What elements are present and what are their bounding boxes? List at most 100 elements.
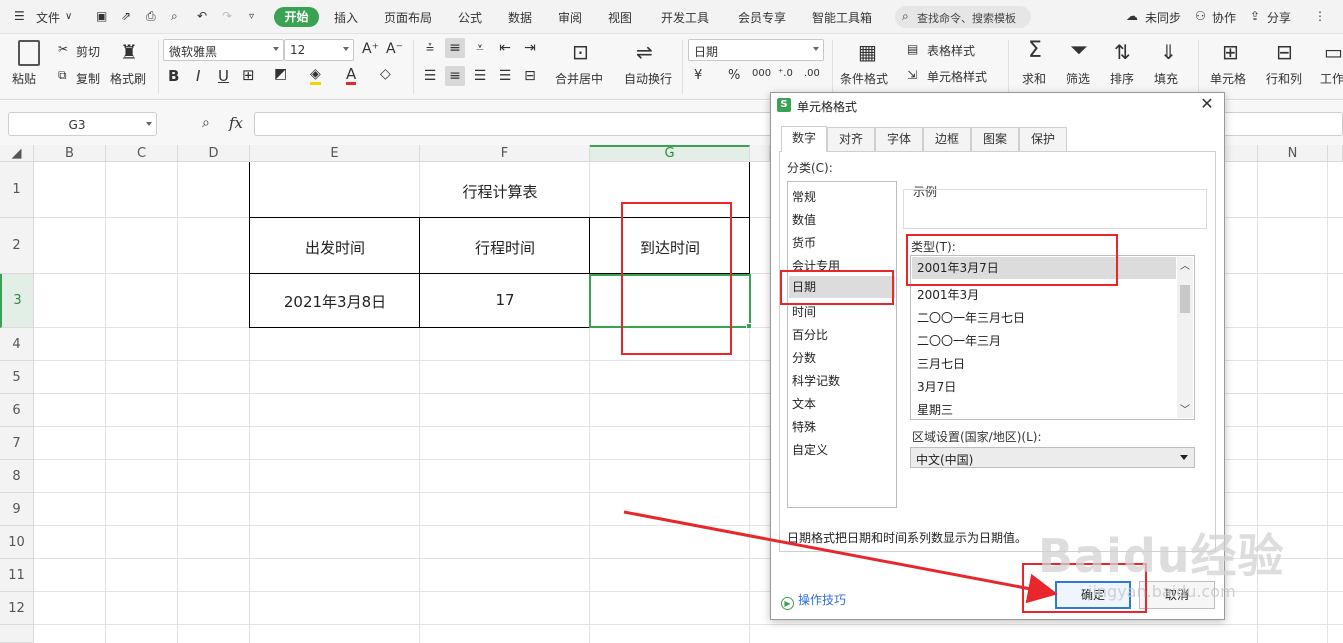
fill-icon[interactable]: ⇓ xyxy=(1160,40,1177,64)
conditional-format-button[interactable]: 条件格式 xyxy=(840,70,888,87)
tab-border[interactable]: 边框 xyxy=(923,127,971,151)
align-left-icon[interactable]: ☰ xyxy=(420,66,440,86)
tab-view[interactable]: 视图 xyxy=(608,9,632,26)
undo-icon[interactable]: ↶ xyxy=(197,9,207,23)
file-menu[interactable]: 文件 xyxy=(36,9,60,26)
type-list[interactable]: 2001年3月7日 2001年3月 二〇〇一年三月七日 二〇〇一年三月 三月七日… xyxy=(910,255,1195,420)
row-header-11[interactable]: 11 xyxy=(0,559,34,592)
copy-button[interactable]: 复制 xyxy=(76,70,100,87)
cell-style-button[interactable]: 单元格样式 xyxy=(927,68,987,85)
row-header-13[interactable] xyxy=(0,625,34,643)
fx-icon[interactable]: fx xyxy=(229,114,243,132)
header-cell-arrival[interactable]: 到达时间 xyxy=(590,237,750,258)
row-col-button[interactable]: 行和列 xyxy=(1266,70,1302,87)
fill-style-icon[interactable]: ◩ xyxy=(274,66,287,82)
category-item[interactable]: 时间 xyxy=(792,303,816,320)
tab-review[interactable]: 审阅 xyxy=(558,9,582,26)
align-right-icon[interactable]: ☰ xyxy=(470,66,490,86)
currency-icon[interactable]: ¥ xyxy=(694,68,702,83)
name-box[interactable]: G3 xyxy=(8,112,157,136)
merge-center-icon[interactable]: ⊡ xyxy=(572,40,589,64)
chevron-down-icon[interactable]: ∨ xyxy=(65,11,72,22)
category-item[interactable]: 货币 xyxy=(792,234,816,251)
type-list-scrollbar[interactable]: ︿ ﹀ xyxy=(1177,257,1193,418)
share-button[interactable]: 分享 xyxy=(1267,9,1291,26)
row-header-6[interactable]: 6 xyxy=(0,394,34,427)
bold-icon[interactable]: B xyxy=(168,67,179,85)
type-item[interactable]: 二〇〇一年三月七日 xyxy=(917,309,1025,326)
category-item[interactable]: 数值 xyxy=(792,211,816,228)
category-item[interactable]: 分数 xyxy=(792,349,816,366)
format-painter-icon[interactable]: ♜ xyxy=(120,40,138,64)
cancel-button[interactable]: 取消 xyxy=(1139,581,1215,609)
save-icon[interactable]: ▣ xyxy=(96,9,107,23)
row-header-8[interactable]: 8 xyxy=(0,460,34,493)
more-options-icon[interactable]: ⋮ xyxy=(1314,9,1326,23)
fill-handle[interactable] xyxy=(746,323,752,329)
row-header-7[interactable]: 7 xyxy=(0,427,34,460)
row-header-1[interactable]: 1 xyxy=(0,162,34,218)
row-header-12[interactable]: 12 xyxy=(0,592,34,625)
column-header-n[interactable]: N xyxy=(1258,145,1328,162)
cell-icon[interactable]: ⊞ xyxy=(1222,40,1239,64)
redo-icon[interactable]: ↷ xyxy=(222,9,232,23)
scroll-thumb[interactable] xyxy=(1180,285,1190,313)
increase-decimal-icon[interactable]: ⁺.0 xyxy=(778,68,793,79)
tab-number[interactable]: 数字 xyxy=(781,126,827,152)
hamburger-icon[interactable]: ☰ xyxy=(14,9,25,23)
cell-e3[interactable]: 2021年3月8日 xyxy=(250,291,420,312)
wrap-text-icon[interactable]: ⇌ xyxy=(636,40,653,64)
cell-style-icon[interactable]: ⇲ xyxy=(907,68,917,82)
column-header-o[interactable] xyxy=(1328,145,1343,162)
thousands-icon[interactable]: 000 xyxy=(752,68,771,79)
tab-start[interactable]: 开始 xyxy=(274,7,319,27)
category-item-selected[interactable]: 日期 xyxy=(789,276,895,298)
dialog-title-bar[interactable]: S 单元格格式 ✕ xyxy=(771,93,1224,117)
italic-icon[interactable]: I xyxy=(196,67,200,85)
row-header-5[interactable]: 5 xyxy=(0,361,34,394)
type-item[interactable]: 3月7日 xyxy=(917,378,956,395)
align-top-icon[interactable]: ⩮ xyxy=(420,38,440,58)
customize-toolbar-icon[interactable]: ▿ xyxy=(249,11,254,22)
sort-button[interactable]: 排序 xyxy=(1110,70,1134,87)
category-item[interactable]: 自定义 xyxy=(792,441,828,458)
filter-icon[interactable]: ⏷ xyxy=(1070,38,1088,63)
row-header-2[interactable]: 2 xyxy=(0,218,34,274)
print-icon[interactable]: ⎙ xyxy=(146,9,156,24)
tab-alignment[interactable]: 对齐 xyxy=(827,127,875,151)
tips-link[interactable]: ▶ 操作技巧 xyxy=(781,591,846,610)
print-preview-icon[interactable]: ⌕ xyxy=(171,9,178,24)
increase-font-icon[interactable]: A⁺ xyxy=(362,41,379,57)
column-header-c[interactable]: C xyxy=(106,145,178,162)
category-item[interactable]: 常规 xyxy=(792,188,816,205)
distribute-icon[interactable]: ⊟ xyxy=(520,66,540,86)
zoom-search-icon[interactable]: ⌕ xyxy=(202,115,210,131)
fill-button[interactable]: 填充 xyxy=(1154,70,1178,87)
table-style-button[interactable]: 表格样式 xyxy=(927,42,975,59)
share-icon[interactable]: ⇪ xyxy=(1250,9,1260,23)
type-item[interactable]: 三月七日 xyxy=(917,355,965,372)
merge-center-button[interactable]: 合并居中 xyxy=(555,70,603,87)
paste-button[interactable]: 粘贴 xyxy=(12,70,36,87)
type-item-selected[interactable]: 2001年3月7日 xyxy=(912,257,1176,279)
cut-button[interactable]: 剪切 xyxy=(76,43,100,60)
tab-protection[interactable]: 保护 xyxy=(1019,127,1067,151)
tab-page-layout[interactable]: 页面布局 xyxy=(384,9,432,26)
wrap-text-button[interactable]: 自动换行 xyxy=(624,70,672,87)
underline-icon[interactable]: U xyxy=(218,67,229,85)
collab-button[interactable]: 协作 xyxy=(1212,9,1236,26)
format-painter-button[interactable]: 格式刷 xyxy=(110,70,146,87)
align-bottom-icon[interactable]: ⩡ xyxy=(470,38,490,58)
filter-button[interactable]: 筛选 xyxy=(1066,70,1090,87)
border-icon[interactable]: ⊞ xyxy=(242,66,255,84)
header-cell-departure[interactable]: 出发时间 xyxy=(250,237,420,258)
close-icon[interactable]: ✕ xyxy=(1198,95,1216,113)
font-color-icon[interactable]: A xyxy=(346,66,357,85)
sum-button[interactable]: 求和 xyxy=(1022,70,1046,87)
command-search[interactable]: ⌕ 查找命令、搜索模板 xyxy=(895,6,1031,28)
decrease-indent-icon[interactable]: ⇤ xyxy=(495,38,515,58)
type-item[interactable]: 星期三 xyxy=(917,401,953,418)
align-middle-icon[interactable]: ≡ xyxy=(445,38,465,58)
fill-color-icon[interactable]: ◈ xyxy=(310,66,321,85)
row-header-10[interactable]: 10 xyxy=(0,526,34,559)
